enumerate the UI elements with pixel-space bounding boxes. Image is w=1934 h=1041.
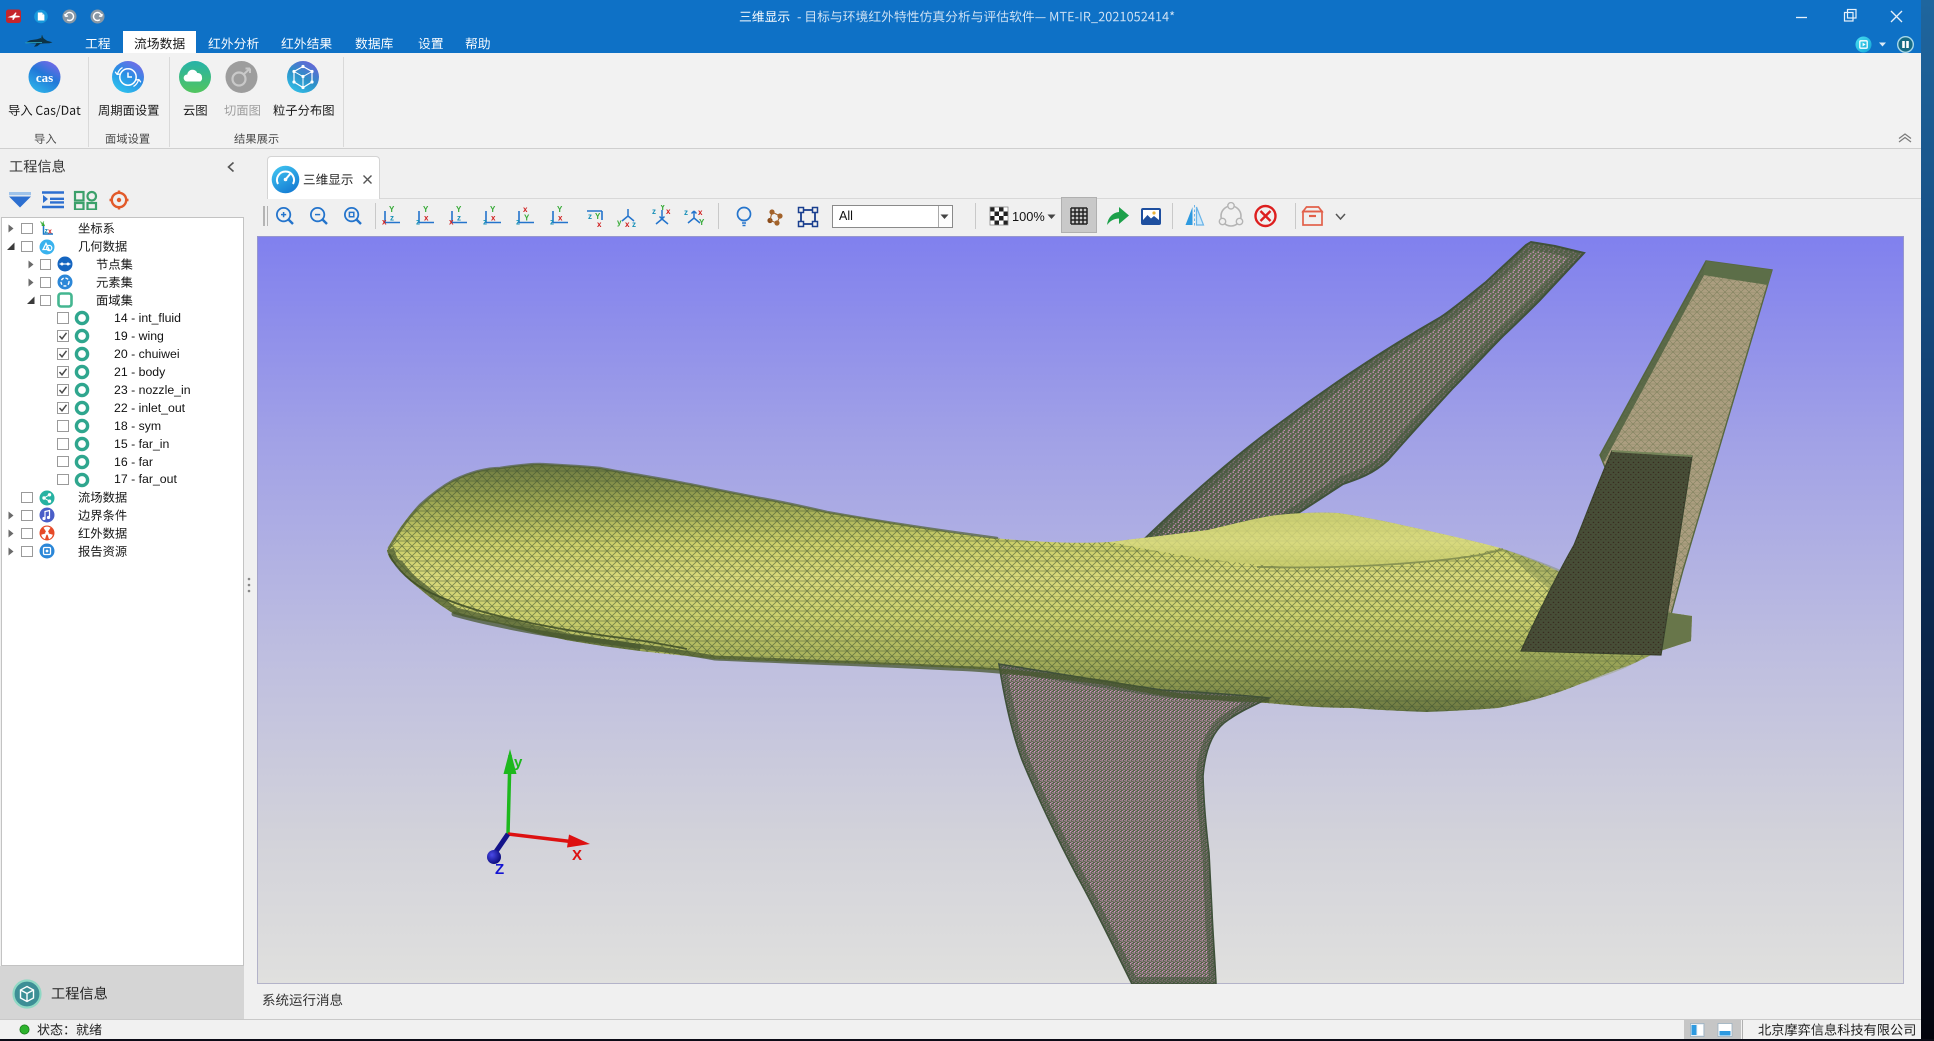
svg-text:x: x <box>523 205 528 214</box>
svg-text:z: z <box>390 214 394 223</box>
svg-text:Y: Y <box>557 205 563 214</box>
svg-text:z: z <box>483 218 487 227</box>
svg-text:z: z <box>457 214 461 223</box>
svg-text:x: x <box>698 208 703 217</box>
svg-text:x: x <box>558 214 563 223</box>
svg-text:z: z <box>684 208 688 217</box>
svg-text:x: x <box>48 228 52 235</box>
svg-text:Y: Y <box>456 205 462 214</box>
svg-text:Y: Y <box>423 205 429 214</box>
svg-text:x: x <box>491 214 496 223</box>
svg-text:z: z <box>632 220 636 229</box>
svg-text:x: x <box>625 220 630 229</box>
svg-text:z: z <box>516 218 520 227</box>
svg-text:x: x <box>597 220 602 229</box>
svg-text:x: x <box>382 218 387 227</box>
svg-text:Y: Y <box>660 205 666 212</box>
svg-text:z: z <box>588 212 592 221</box>
svg-text:x: x <box>666 207 671 216</box>
svg-text:X: X <box>572 847 582 864</box>
svg-text:Y: Y <box>490 205 496 214</box>
svg-text:y: y <box>514 754 523 771</box>
svg-text:x: x <box>424 214 429 223</box>
svg-text:Z: Z <box>495 861 504 878</box>
svg-text:Y: Y <box>389 205 395 214</box>
svg-text:Y: Y <box>524 214 530 223</box>
svg-text:Y: Y <box>699 218 705 227</box>
svg-text:Y: Y <box>40 221 45 228</box>
svg-text:x: x <box>449 218 454 227</box>
svg-text:y: y <box>617 218 622 227</box>
svg-text:cas: cas <box>36 70 53 85</box>
svg-text:z: z <box>652 207 656 216</box>
svg-text:z: z <box>550 218 554 227</box>
svg-text:z: z <box>416 218 420 227</box>
